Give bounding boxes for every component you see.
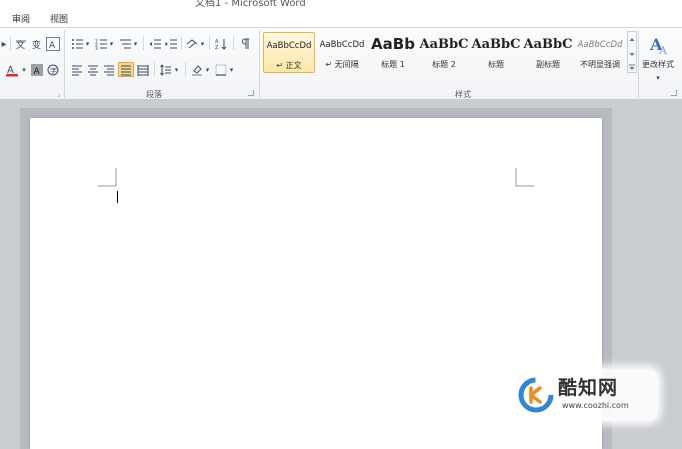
tab-review[interactable]: 审阅: [12, 12, 30, 25]
title-bar: 文档1 - Microsoft Word: [0, 0, 682, 9]
bullets-icon[interactable]: [70, 37, 84, 51]
font-color-icon[interactable]: A: [4, 63, 20, 77]
style-title[interactable]: AaBbC 标题: [470, 32, 522, 73]
character-border-icon[interactable]: A: [46, 37, 60, 51]
decrease-indent-icon[interactable]: [148, 37, 162, 51]
svg-text:A: A: [658, 44, 668, 56]
styles-launcher-icon[interactable]: [671, 90, 677, 96]
style-no-spacing[interactable]: AaBbCcDd ↵ 无间隔: [316, 32, 368, 73]
change-case-icon[interactable]: 变: [30, 37, 44, 51]
font-more-icon[interactable]: ▸: [0, 37, 8, 51]
show-formatting-marks-icon[interactable]: [238, 37, 252, 51]
align-left-icon[interactable]: [70, 63, 84, 77]
style-subtle-emphasis[interactable]: AaBbCcDd 不明显强调: [574, 32, 626, 73]
chinese-layout-icon[interactable]: [185, 37, 199, 51]
multilevel-dropdown-icon[interactable]: ▾: [132, 37, 139, 51]
style-heading-1[interactable]: AaBb 标题 1: [367, 32, 419, 73]
change-styles-button[interactable]: AA 更改样式 ▾: [638, 31, 678, 86]
margin-corner-top-right: [515, 168, 534, 187]
margin-corner-top-left: [98, 168, 117, 187]
ribbon-tabs: 审阅 视图: [0, 9, 682, 26]
chinese-layout-dropdown-icon[interactable]: ▾: [199, 37, 206, 51]
align-center-icon[interactable]: [86, 63, 100, 77]
bullets-dropdown-icon[interactable]: ▾: [84, 37, 91, 51]
window-title: 文档1 - Microsoft Word: [195, 0, 306, 9]
phonetic-guide-icon[interactable]: 文: [14, 37, 28, 51]
text-cursor: [117, 191, 118, 203]
svg-text:A: A: [49, 41, 56, 49]
multilevel-list-icon[interactable]: [118, 37, 132, 51]
group-label-paragraph: 段落: [146, 90, 162, 99]
increase-indent-icon[interactable]: [164, 37, 178, 51]
coozhi-logo-icon: [518, 377, 554, 413]
numbering-dropdown-icon[interactable]: ▾: [108, 37, 115, 51]
watermark-brand: 酷知网: [558, 377, 619, 399]
style-normal[interactable]: AaBbCcDd ↵ 正文: [263, 32, 315, 73]
watermark-url: www.coozhi.com: [562, 401, 629, 410]
borders-icon[interactable]: [214, 63, 228, 77]
font-launcher-icon[interactable]: ⌟: [55, 87, 63, 101]
align-right-icon[interactable]: [102, 63, 116, 77]
paragraph-launcher-icon[interactable]: [248, 90, 254, 96]
change-styles-dropdown-icon: ▾: [656, 74, 660, 82]
svg-text:Z: Z: [215, 45, 219, 50]
line-spacing-icon[interactable]: [159, 63, 173, 77]
borders-dropdown-icon[interactable]: ▾: [228, 63, 235, 77]
ribbon: ▸ 文 变 A A ▾ A 字 ▾ 123 ▾ ▾ ▾ AZ ▾ ▾ ▾ 段落 …: [0, 27, 682, 100]
distributed-icon[interactable]: [136, 63, 150, 77]
numbering-icon[interactable]: 123: [94, 37, 108, 51]
justify-icon[interactable]: [118, 62, 134, 77]
svg-text:3: 3: [95, 46, 98, 50]
watermark-logo: 酷知网 www.coozhi.com: [512, 369, 658, 421]
shading-dropdown-icon[interactable]: ▾: [204, 63, 211, 77]
line-spacing-dropdown-icon[interactable]: ▾: [173, 63, 180, 77]
svg-text:A: A: [34, 67, 41, 76]
sort-icon[interactable]: AZ: [214, 37, 228, 51]
character-shading-icon[interactable]: A: [30, 63, 44, 77]
tab-view[interactable]: 视图: [50, 12, 68, 25]
enclose-characters-icon[interactable]: 字: [46, 63, 60, 77]
svg-text:变: 变: [32, 39, 41, 50]
group-label-styles: 样式: [455, 90, 471, 99]
shading-icon[interactable]: [190, 63, 204, 77]
change-styles-label: 更改样式: [642, 60, 674, 69]
change-styles-icon: AA: [647, 32, 671, 58]
svg-text:字: 字: [50, 66, 57, 75]
font-color-dropdown-icon[interactable]: ▾: [20, 63, 28, 77]
style-heading-2[interactable]: AaBbC 标题 2: [418, 32, 470, 73]
styles-gallery-scroll[interactable]: [627, 31, 637, 73]
style-subtitle[interactable]: AaBbC 副标题: [522, 32, 574, 73]
